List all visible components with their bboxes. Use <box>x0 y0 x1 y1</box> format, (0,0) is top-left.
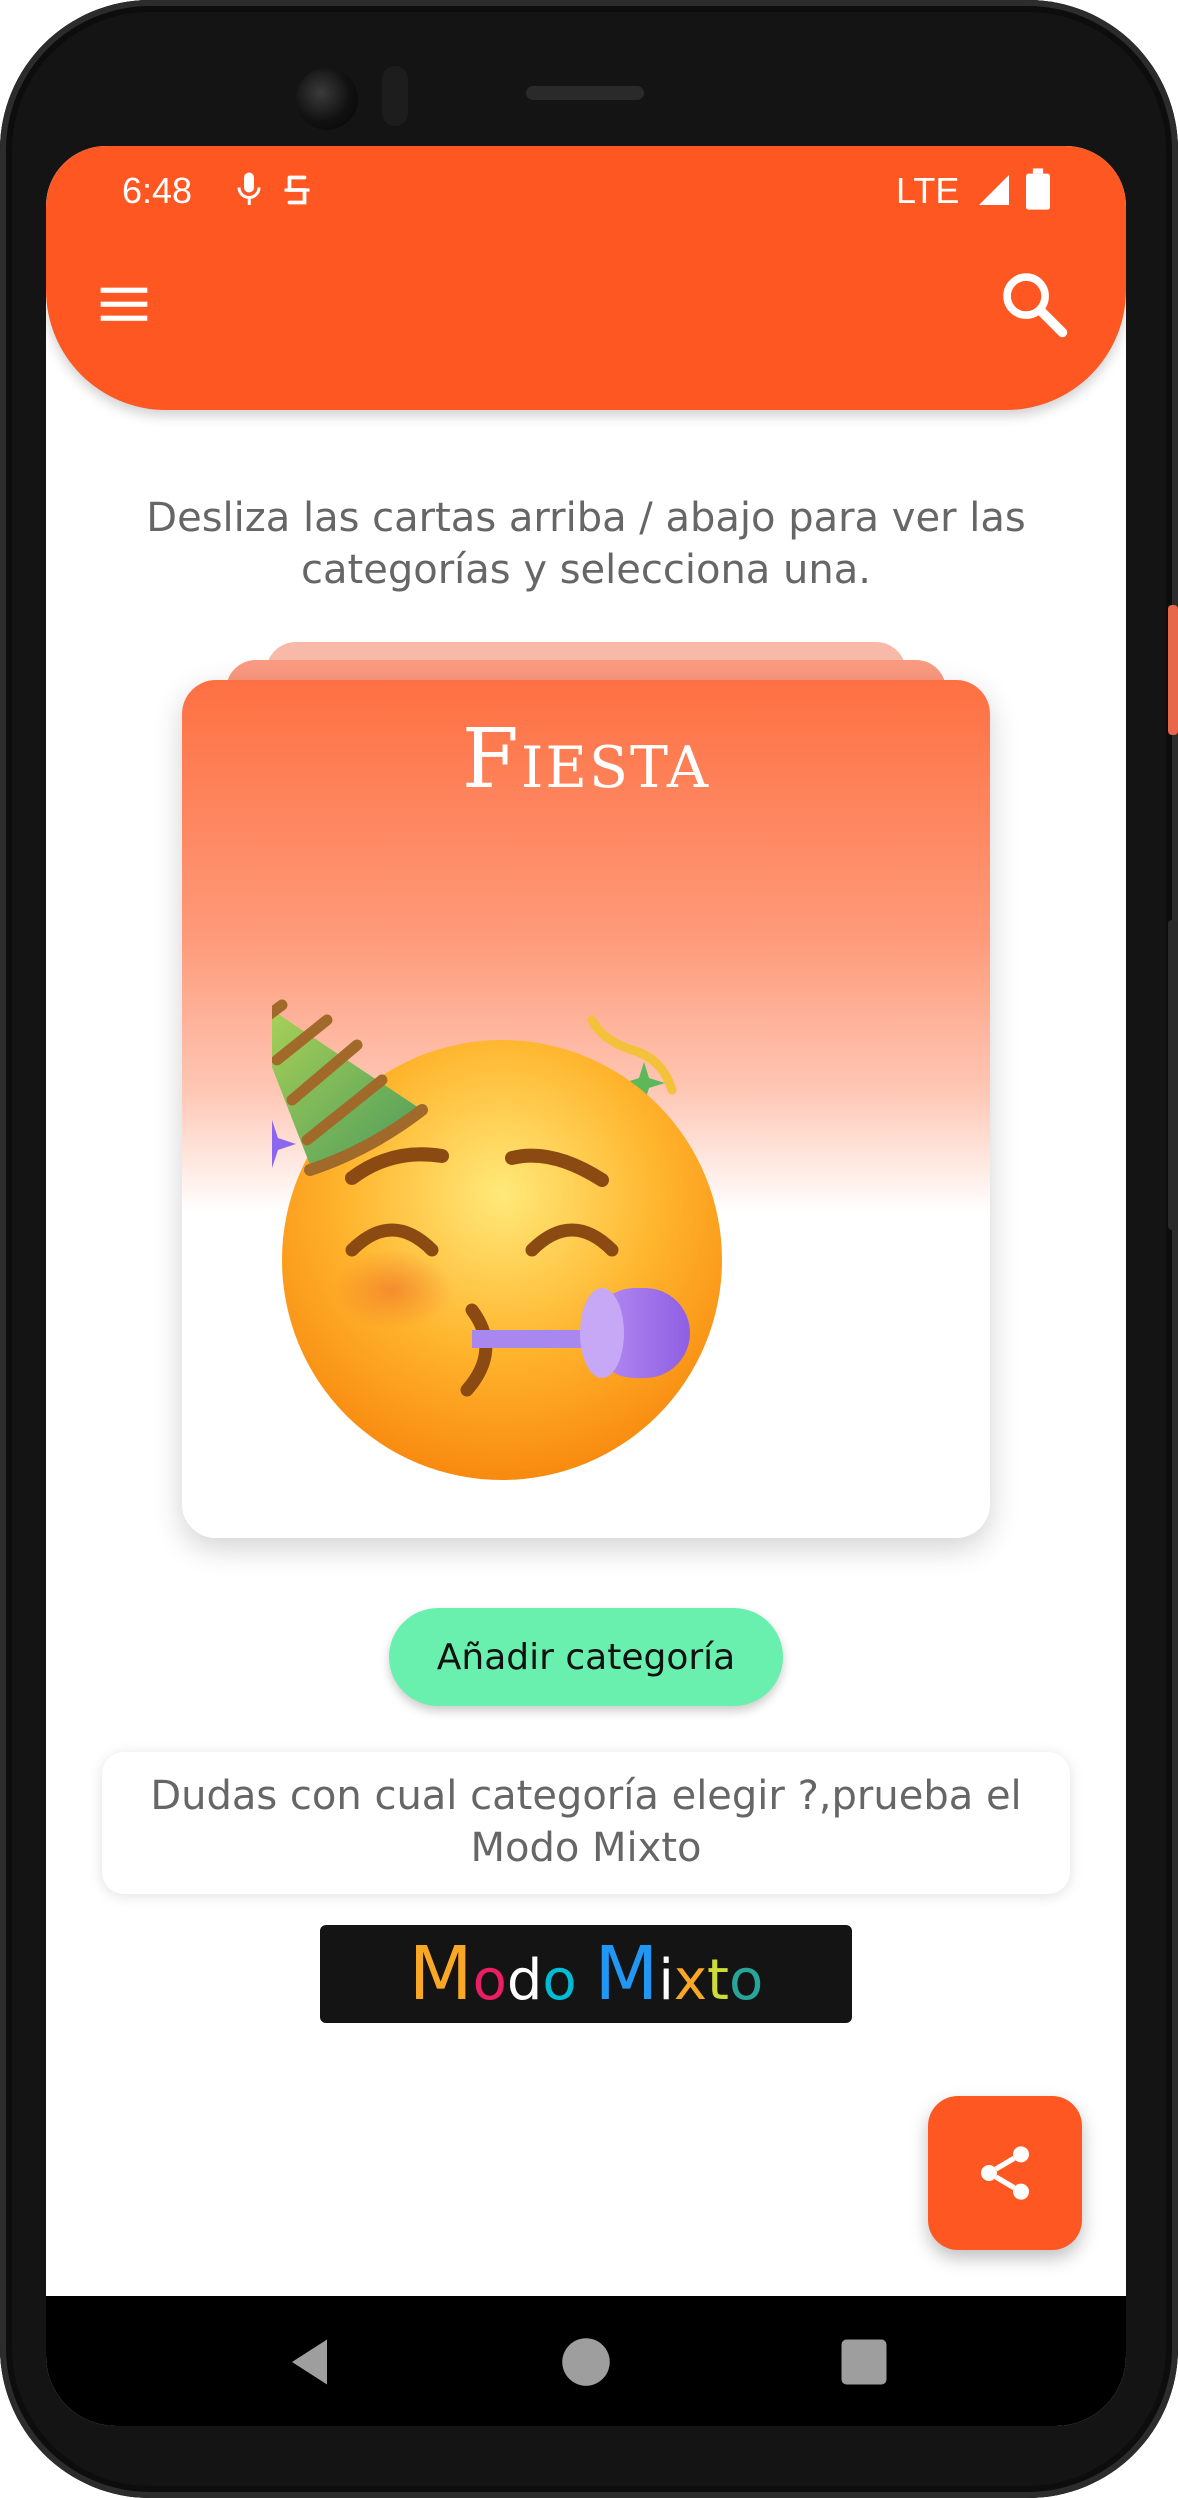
share-button[interactable] <box>928 2096 1082 2250</box>
mixed-mode-letter: i <box>658 1948 674 2013</box>
battery-icon <box>1026 168 1050 210</box>
earpiece-speaker <box>526 86 644 100</box>
mixed-mode-letter: d <box>506 1948 543 2013</box>
power-button <box>1168 605 1178 735</box>
sync-icon <box>284 175 310 205</box>
mixed-mode-letter: o <box>729 1948 764 2013</box>
mixed-mode-letter: o <box>472 1948 507 2013</box>
party-face-emoji <box>272 999 722 1480</box>
microphone-icon <box>237 172 261 205</box>
hamburger-menu-icon[interactable] <box>96 276 152 332</box>
network-type: LTE <box>896 170 960 211</box>
mixed-mode-letter: M <box>594 1931 659 2017</box>
recents-square-icon[interactable] <box>834 2332 894 2392</box>
signal-icon <box>979 175 1009 205</box>
mixed-mode-letter: x <box>673 1948 708 2013</box>
mixed-mode-button[interactable]: Modo Mixto <box>320 1925 852 2023</box>
status-time: 6:48 <box>122 170 193 211</box>
category-card[interactable]: Fiesta <box>182 680 990 1538</box>
share-icon <box>981 2146 1029 2200</box>
add-category-button[interactable]: Añadir categoría <box>389 1608 783 1706</box>
mixed-mode-banner-text: Modo Mixto <box>409 1931 764 2017</box>
mixed-mode-letter <box>577 1948 595 2013</box>
search-icon[interactable] <box>996 266 1072 342</box>
mixed-mode-prompt: Dudas con cual categoría elegir ?,prueba… <box>102 1752 1070 1894</box>
front-camera <box>296 68 358 130</box>
mixed-mode-letter: t <box>707 1948 729 2013</box>
screen: 6:48 LTE Desliza las cartas arriba / aba… <box>46 146 1126 2426</box>
mixed-mode-letter: M <box>408 1931 473 2017</box>
phone-frame: 6:48 LTE Desliza las cartas arriba / aba… <box>0 0 1178 2498</box>
instructions-text: Desliza las cartas arriba / abajo para v… <box>146 495 1026 593</box>
proximity-sensor <box>382 66 408 126</box>
back-triangle-icon[interactable] <box>282 2332 342 2392</box>
home-circle-icon[interactable] <box>556 2332 616 2392</box>
system-navigation-bar <box>46 2296 1126 2426</box>
mixed-mode-letter: o <box>542 1948 577 2013</box>
volume-button <box>1168 920 1178 1230</box>
app-bar: 6:48 LTE <box>46 146 1126 410</box>
